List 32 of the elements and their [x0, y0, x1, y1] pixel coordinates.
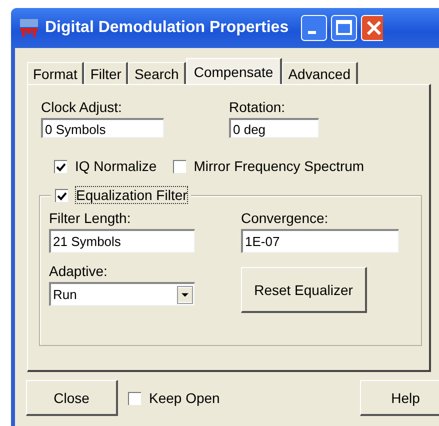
- window-title: Digital Demodulation Properties: [45, 19, 289, 37]
- field-label: Rotation:: [229, 99, 286, 116]
- minimize-icon[interactable]: [300, 15, 327, 41]
- tab[interactable]: Format: [27, 62, 84, 84]
- checkbox-label: IQ Normalize: [75, 158, 157, 174]
- field-label: Convergence:: [241, 210, 330, 227]
- checkbox[interactable]: [54, 160, 67, 172]
- input-field[interactable]: 0 deg: [229, 118, 319, 138]
- checkbox-label: Keep Open: [149, 390, 220, 406]
- tab[interactable]: Compensate: [186, 58, 282, 84]
- input-field[interactable]: 1E-07: [241, 229, 399, 253]
- maximize-icon[interactable]: [330, 15, 357, 41]
- field-label: Filter Length:: [49, 210, 132, 227]
- dropdown-arrow-icon[interactable]: [177, 286, 193, 304]
- input-field[interactable]: 21 Symbols: [49, 229, 195, 253]
- reset-equalizer-button[interactable]: Reset Equalizer: [241, 267, 367, 313]
- checkbox[interactable]: [128, 392, 141, 404]
- tab[interactable]: Advanced: [282, 62, 358, 84]
- field-label: Clock Adjust:: [41, 99, 123, 116]
- close-button[interactable]: Close: [26, 380, 118, 416]
- field-label: Adaptive:: [49, 263, 108, 280]
- input-field[interactable]: 0 Symbols: [41, 118, 164, 138]
- checkbox-label: Mirror Frequency Spectrum: [194, 158, 364, 174]
- dropdown[interactable]: Run: [49, 282, 195, 306]
- tab[interactable]: Filter: [84, 62, 128, 84]
- close-icon[interactable]: [360, 15, 383, 41]
- help-button[interactable]: Help: [360, 380, 439, 416]
- checkbox-label: Equalization Filter: [76, 187, 188, 203]
- tab[interactable]: Search: [128, 62, 186, 84]
- checkbox[interactable]: [172, 160, 186, 172]
- app-icon: [19, 18, 39, 38]
- checkbox[interactable]: [55, 188, 68, 202]
